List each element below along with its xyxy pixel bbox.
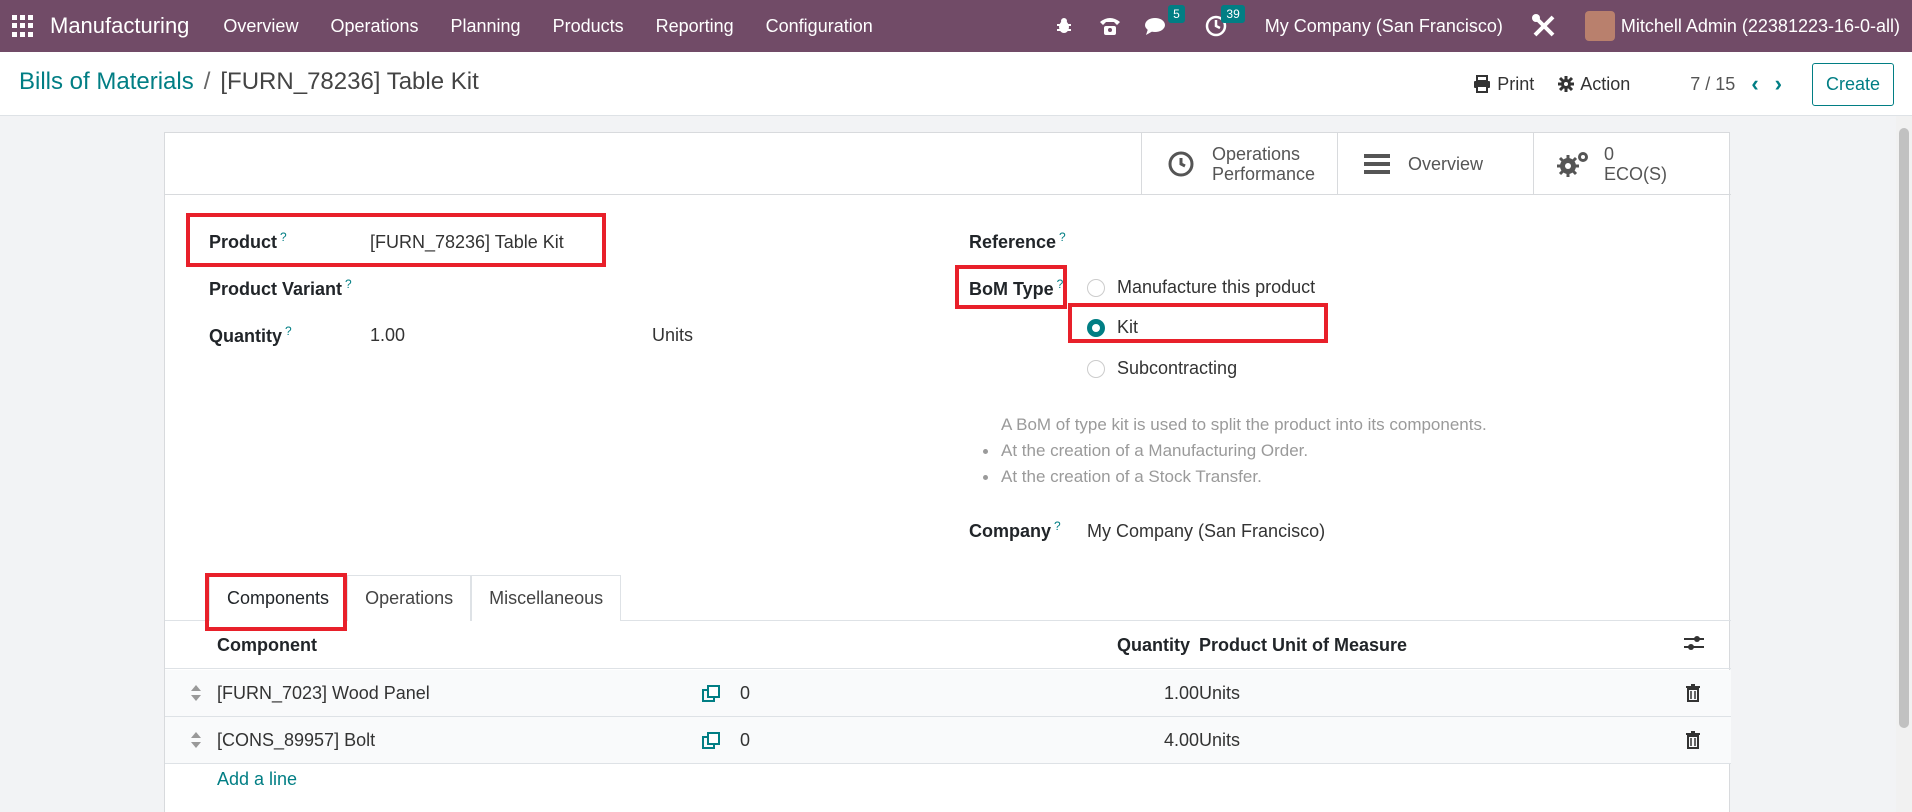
activity-clock-icon[interactable]: 39 [1201,5,1245,41]
col-uom[interactable]: Product Unit of Measure [1199,635,1407,656]
control-panel: Bills of Materials / [FURN_78236] Table Ki… [0,52,1912,116]
messages-icon[interactable]: 5 [1141,5,1185,41]
kit-bullet-stock-transfer: At the creation of a Stock Transfer. [1001,467,1262,486]
company-switcher[interactable]: My Company (San Francisco) [1265,16,1503,37]
gear-icon [1558,76,1575,92]
bom-type-manufacture-label: Manufacture this product [1117,277,1316,297]
row-forecast: 0 [740,683,751,703]
apps-menu-icon[interactable] [12,15,34,37]
highlight-product [186,213,606,267]
operations-performance-line1: Operations [1212,144,1301,164]
pager-previous-icon[interactable]: ‹ [1751,71,1758,97]
add-a-line-link[interactable]: Add a line [217,769,297,790]
print-label: Print [1497,73,1535,94]
print-button[interactable]: Print [1473,74,1534,95]
table-row[interactable]: [FURN_7023] Wood Panel 0 1.00 Units [165,670,1731,717]
eco-count: 0 [1604,144,1615,164]
row-quantity[interactable]: 1.00 [1155,683,1199,704]
eco-button[interactable]: 0 ECO(S) [1533,133,1729,195]
menu-overview[interactable]: Overview [207,16,314,37]
row-component[interactable]: [FURN_7023] Wood Panel [217,683,430,704]
company-label: Company? [969,519,1061,541]
top-navbar: Manufacturing Overview Operations Planni… [0,0,1912,52]
row-uom[interactable]: Units [1199,730,1240,751]
kit-bullet-manufacturing: At the creation of a Manufacturing Order… [1001,441,1309,460]
debug-bug-icon[interactable] [1049,11,1079,41]
operations-performance-line2: Performance [1212,164,1316,184]
kit-note: A BoM of type kit is used to split the p… [1001,415,1487,434]
highlight-kit [1068,303,1328,343]
create-button[interactable]: Create [1811,62,1894,106]
col-component[interactable]: Component [217,635,317,656]
components-table-header: Component Quantity Product Unit of Measu… [165,621,1731,669]
eco-label: ECO(S) [1604,164,1667,184]
row-forecast: 0 [740,730,751,750]
user-avatar[interactable] [1584,11,1615,41]
company-field[interactable]: My Company (San Francisco) [1087,521,1325,542]
bom-type-subcontracting[interactable]: Subcontracting [1087,358,1237,379]
breadcrumb-bills-of-materials[interactable]: Bills of Materials [19,68,194,95]
menu-operations[interactable]: Operations [314,16,434,37]
row-quantity[interactable]: 4.00 [1155,730,1199,751]
forecast-availability-icon[interactable] [701,684,721,704]
print-icon [1474,75,1491,93]
user-menu[interactable]: Mitchell Admin (22381223-16-0-all) [1621,16,1900,37]
overview-label: Overview [1408,154,1484,174]
tab-operations[interactable]: Operations [347,575,472,621]
highlight-bom-type [955,265,1067,309]
reference-label: Reference? [969,230,1066,252]
cogs-icon [1556,149,1590,179]
bom-type-subcontracting-label: Subcontracting [1117,358,1238,378]
action-label: Action [1580,73,1631,94]
phone-icon[interactable] [1095,11,1125,41]
drag-handle-icon[interactable] [190,684,202,702]
product-variant-label: Product Variant? [209,277,352,299]
quantity-field[interactable]: 1.00 [370,325,405,346]
messages-badge: 5 [1168,5,1185,23]
delete-row-icon[interactable] [1685,731,1701,749]
clock-icon [1164,150,1198,178]
operations-performance-button[interactable]: Operations Performance [1141,133,1337,195]
overview-button[interactable]: Overview [1337,133,1533,195]
menu-configuration[interactable]: Configuration [750,16,889,37]
breadcrumb-current: [FURN_78236] Table Kit [220,68,479,95]
col-quantity[interactable]: Quantity [1117,635,1190,656]
app-name[interactable]: Manufacturing [50,13,189,39]
activities-badge: 39 [1221,5,1245,23]
drag-handle-icon[interactable] [190,731,202,749]
forecast-availability-icon[interactable] [701,731,721,751]
delete-row-icon[interactable] [1685,684,1701,702]
pager-value[interactable]: 7 / 15 [1690,74,1735,95]
quantity-label: Quantity? [209,324,292,346]
row-component[interactable]: [CONS_89957] Bolt [217,730,375,751]
radio-subcontracting[interactable] [1087,359,1105,378]
menu-reporting[interactable]: Reporting [640,16,750,37]
table-row[interactable]: [CONS_89957] Bolt 0 4.00 Units [165,717,1731,764]
row-uom[interactable]: Units [1199,683,1240,704]
bars-icon [1360,153,1394,175]
breadcrumb-separator: / [203,68,211,95]
form-sheet: Operations Performance Overview 0 ECO(S)… [164,132,1731,812]
menu-products[interactable]: Products [537,16,640,37]
action-button[interactable]: Action [1558,74,1630,95]
optional-columns-icon[interactable] [1683,633,1705,658]
vertical-scrollbar[interactable] [1896,116,1912,812]
tools-icon[interactable] [1529,11,1559,41]
bom-type-manufacture[interactable]: Manufacture this product [1087,277,1315,298]
breadcrumb: Bills of Materials / [FURN_78236] Table Ki… [19,68,479,96]
smart-button-box: Operations Performance Overview 0 ECO(S) [1141,133,1729,195]
radio-manufacture[interactable] [1087,278,1105,297]
menu-planning[interactable]: Planning [435,16,537,37]
tab-miscellaneous[interactable]: Miscellaneous [471,575,622,621]
quantity-uom[interactable]: Units [652,325,693,346]
pager-next-icon[interactable]: › [1775,71,1782,97]
